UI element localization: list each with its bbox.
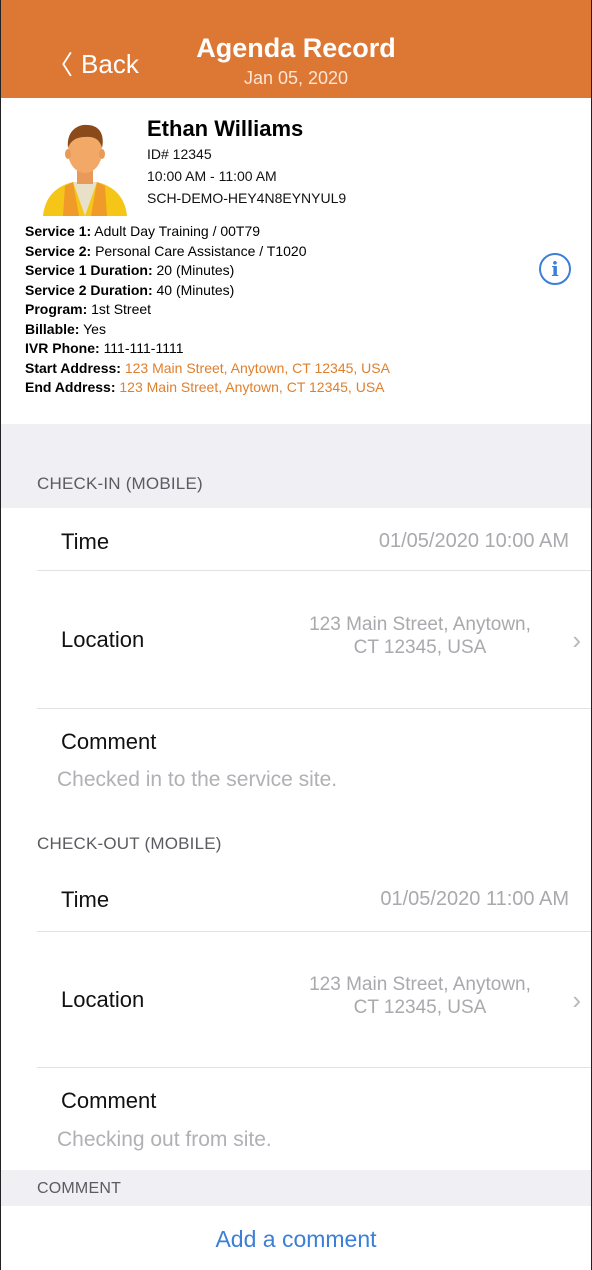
end-address-link[interactable]: 123 Main Street, Anytown, CT 12345, USA [119,379,384,395]
service-details: Service 1: Adult Day Training / 00T79 Se… [25,222,390,398]
chevron-right-icon: › [572,985,581,1015]
checkin-time-value: 01/05/2020 10:00 AM [378,530,569,552]
person-avatar-icon [43,124,127,216]
checkout-group: Time 01/05/2020 11:00 AM Location 123 Ma… [1,866,591,1170]
detail-service-2-duration: Service 2 Duration: 40 (Minutes) [25,281,235,298]
info-icon[interactable]: i [539,253,571,285]
checkout-location-label: Location [61,987,145,1012]
checkout-time-value: 01/05/2020 11:00 AM [380,888,569,910]
checkin-header: CHECK-IN (MOBILE) [37,474,203,493]
comment-group: Add a comment [1,1206,591,1270]
detail-service-1: Service 1: Adult Day Training / 00T79 [25,223,261,239]
checkout-comment-text: Checking out from site. [57,1128,272,1151]
checkout-location-row[interactable]: Location 123 Main Street, Anytown, CT 12… [1,932,591,1068]
detail-program: Program: 1st Street [25,301,152,317]
checkin-comment-label: Comment [61,729,157,754]
checkin-location-row[interactable]: Location 123 Main Street, Anytown, CT 12… [1,571,591,709]
checkout-header: CHECK-OUT (MOBILE) [37,834,222,853]
client-name: Ethan Williams [147,116,304,141]
checkin-location-label: Location [61,627,145,652]
checkin-comment-text: Checked in to the service site. [57,768,338,791]
detail-billable: Billable: Yes [25,320,106,337]
add-comment-button[interactable]: Add a comment [1,1226,591,1253]
checkout-time-row: Time 01/05/2020 11:00 AM [1,866,591,932]
checkout-location-value: 123 Main Street, Anytown, CT 12345, USA [309,974,531,1018]
time-range: 10:00 AM - 11:00 AM [147,168,277,184]
client-profile-card: Ethan Williams ID# 12345 10:00 AM - 11:0… [1,98,591,424]
detail-service-2: Service 2: Personal Care Assistance / T1… [25,242,307,259]
chevron-right-icon: › [572,625,581,655]
page-date: Jan 05, 2020 [243,68,349,88]
schedule-code: SCH-DEMO-HEY4N8EYNYUL9 [147,190,347,206]
app-screen: 〈 Back Agenda Record Jan 05, 2020 Ethan … [0,0,592,1270]
comment-header: COMMENT [37,1180,122,1197]
checkin-time-row: Time 01/05/2020 10:00 AM [1,508,591,571]
client-id: ID# 12345 [147,146,212,162]
navigation-bar: 〈 Back Agenda Record Jan 05, 2020 [1,0,591,98]
detail-service-1-duration: Service 1 Duration: 20 (Minutes) [25,262,235,278]
checkout-comment-label: Comment [61,1088,157,1113]
checkin-location-value: 123 Main Street, Anytown, CT 12345, USA [309,614,531,658]
detail-ivr-phone: IVR Phone: 111-111-1111 [25,340,184,356]
start-address-link[interactable]: 123 Main Street, Anytown, CT 12345, USA [125,360,390,376]
detail-start-address: Start Address: 123 Main Street, Anytown,… [25,359,390,376]
page-title: Agenda Record [196,33,396,63]
checkout-time-label: Time [61,887,110,912]
detail-end-address: End Address: 123 Main Street, Anytown, C… [25,379,385,395]
checkin-time-label: Time [61,529,110,554]
checkout-comment-row: Comment Checking out from site. [1,1068,591,1170]
